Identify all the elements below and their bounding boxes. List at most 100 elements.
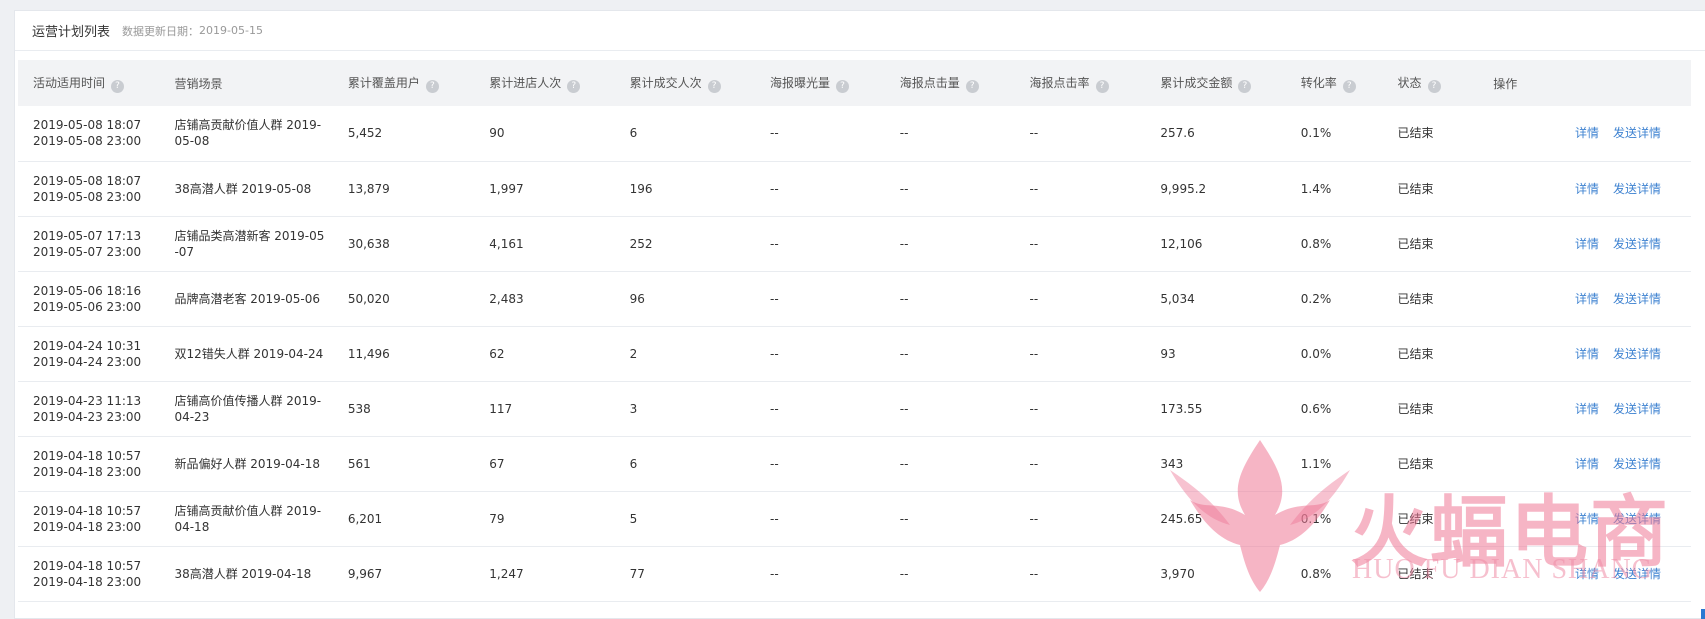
covered-users-cell: 6,201 (332, 491, 475, 547)
poster-exposure-cell: -- (755, 436, 885, 492)
detail-link[interactable]: 详情 (1575, 567, 1599, 581)
covered-users-cell: 561 (332, 436, 475, 492)
help-icon[interactable]: ? (425, 79, 439, 93)
poster-ctr-cell: -- (1014, 546, 1146, 602)
poster-clicks-cell: -- (884, 161, 1015, 217)
marketing-scene-cell: 38高潜人群 2019-04-18 (159, 546, 333, 602)
poster-ctr-cell: -- (1014, 271, 1146, 327)
operations-cell: 详情 发送详情 (1478, 546, 1691, 602)
help-icon[interactable]: ? (1095, 79, 1109, 93)
help-icon[interactable]: ? (965, 79, 979, 93)
conversion-rate-cell: 0.8% (1285, 216, 1383, 272)
marketing-scene: 店铺品类高潜新客 2019-05-07 (174, 228, 325, 259)
column-header-label: 状态 (1397, 75, 1422, 90)
column-header-label: 海报点击量 (899, 75, 960, 90)
table-body: 2019-05-08 18:07 2019-05-08 23:00 店铺高贡献价值人… (18, 106, 1691, 602)
operations-cell: 详情 发送详情 (1478, 381, 1691, 437)
marketing-scene-cell: 品牌高潜老客 2019-05-06 (159, 271, 333, 327)
send-detail-link[interactable]: 发送详情 (1613, 237, 1661, 251)
detail-link[interactable]: 详情 (1575, 457, 1599, 471)
send-detail-link[interactable]: 发送详情 (1613, 402, 1661, 416)
column-header-label: 海报曝光量 (770, 75, 831, 90)
column-header: 转化率? (1285, 60, 1383, 106)
activity-start-time: 2019-04-24 10:31 (33, 338, 142, 353)
activity-start-time: 2019-05-08 18:07 (33, 118, 142, 133)
activity-end-time: 2019-05-08 23:00 (33, 134, 142, 149)
activity-time-cell: 2019-05-08 18:07 2019-05-08 23:00 (18, 161, 160, 217)
marketing-scene: 店铺高价值传播人群 2019-04-23 (174, 393, 322, 424)
column-header-label: 海报点击率 (1029, 75, 1090, 90)
detail-link[interactable]: 详情 (1575, 126, 1599, 140)
status-cell: 已结束 (1382, 271, 1479, 327)
store-visits-cell: 79 (474, 491, 615, 547)
detail-link[interactable]: 详情 (1575, 402, 1599, 416)
poster-clicks-cell: -- (884, 271, 1015, 327)
detail-link[interactable]: 详情 (1575, 292, 1599, 306)
deal-count-cell: 252 (614, 216, 756, 272)
send-detail-link[interactable]: 发送详情 (1613, 126, 1661, 140)
activity-end-time: 2019-04-24 23:00 (33, 354, 142, 369)
table-row: 2019-05-07 17:13 2019-05-07 23:00 店铺品类高潜新客… (18, 216, 1691, 272)
marketing-scene-cell: 38高潜人群 2019-05-08 (159, 161, 333, 217)
marketing-scene: 38高潜人群 2019-04-18 (174, 566, 312, 581)
table-header-row: 活动适用时间? 营销场景 累计覆盖用户? 累计进店人次? 累计成交人次? 海报曝光量? 海报… (18, 60, 1691, 106)
help-icon[interactable]: ? (111, 79, 125, 93)
send-detail-link[interactable]: 发送详情 (1613, 292, 1661, 306)
conversion-rate-cell: 0.6% (1285, 381, 1383, 437)
covered-users-cell: 9,967 (332, 546, 475, 602)
column-header: 累计成交人次? (614, 60, 756, 106)
poster-exposure-cell: -- (755, 216, 885, 272)
deal-count-cell: 77 (614, 546, 756, 602)
help-icon[interactable]: ? (1238, 79, 1252, 93)
send-detail-link[interactable]: 发送详情 (1613, 347, 1661, 361)
send-detail-link[interactable]: 发送详情 (1613, 182, 1661, 196)
poster-ctr-cell: -- (1014, 106, 1146, 162)
marketing-scene: 双12错失人群 2019-04-24 (174, 346, 324, 361)
table-row: 2019-05-08 18:07 2019-05-08 23:00 38高潜人群 2… (18, 161, 1691, 217)
poster-exposure-cell: -- (755, 161, 885, 217)
deal-count-cell: 2 (614, 326, 756, 382)
detail-link[interactable]: 详情 (1575, 347, 1599, 361)
operations-cell: 详情 发送详情 (1478, 161, 1691, 217)
plan-table-container: 活动适用时间? 营销场景 累计覆盖用户? 累计进店人次? 累计成交人次? 海报曝光量? 海报… (18, 60, 1705, 602)
detail-link[interactable]: 详情 (1575, 512, 1599, 526)
poster-clicks-cell: -- (884, 216, 1015, 272)
detail-link[interactable]: 详情 (1575, 182, 1599, 196)
send-detail-link[interactable]: 发送详情 (1613, 457, 1661, 471)
store-visits-cell: 67 (474, 436, 615, 492)
send-detail-link[interactable]: 发送详情 (1613, 512, 1661, 526)
poster-exposure-cell: -- (755, 271, 885, 327)
column-header: 累计覆盖用户? (332, 60, 475, 106)
status-cell: 已结束 (1382, 546, 1479, 602)
marketing-scene-cell: 新品偏好人群 2019-04-18 (159, 436, 333, 492)
help-icon[interactable]: ? (1427, 79, 1441, 93)
marketing-scene-cell: 店铺品类高潜新客 2019-05-07 (159, 216, 333, 272)
help-icon[interactable]: ? (567, 79, 581, 93)
operations-cell: 详情 发送详情 (1478, 106, 1691, 162)
operations-cell: 详情 发送详情 (1478, 216, 1691, 272)
column-header-label: 累计成交金额 (1160, 75, 1233, 90)
column-header: 累计成交金额? (1145, 60, 1286, 106)
marketing-scene-cell: 店铺高价值传播人群 2019-04-23 (159, 381, 333, 437)
activity-end-time: 2019-04-18 23:00 (33, 574, 142, 589)
help-icon[interactable]: ? (707, 79, 721, 93)
poster-ctr-cell: -- (1014, 381, 1146, 437)
deal-count-cell: 196 (614, 161, 756, 217)
send-detail-link[interactable]: 发送详情 (1613, 567, 1661, 581)
activity-time-cell: 2019-05-08 18:07 2019-05-08 23:00 (18, 106, 160, 162)
activity-end-time: 2019-04-23 23:00 (33, 409, 142, 424)
detail-link[interactable]: 详情 (1575, 237, 1599, 251)
deal-amount-cell: 3,970 (1145, 546, 1286, 602)
activity-start-time: 2019-05-08 18:07 (33, 173, 142, 188)
operations-cell: 详情 发送详情 (1478, 271, 1691, 327)
poster-exposure-cell: -- (755, 546, 885, 602)
poster-clicks-cell: -- (884, 436, 1015, 492)
poster-exposure-cell: -- (755, 381, 885, 437)
poster-ctr-cell: -- (1014, 216, 1146, 272)
store-visits-cell: 1,247 (474, 546, 615, 602)
marketing-scene: 品牌高潜老客 2019-05-06 (174, 291, 321, 306)
help-icon[interactable]: ? (836, 79, 850, 93)
help-icon[interactable]: ? (1342, 79, 1356, 93)
conversion-rate-cell: 0.8% (1285, 546, 1383, 602)
deal-amount-cell: 5,034 (1145, 271, 1286, 327)
